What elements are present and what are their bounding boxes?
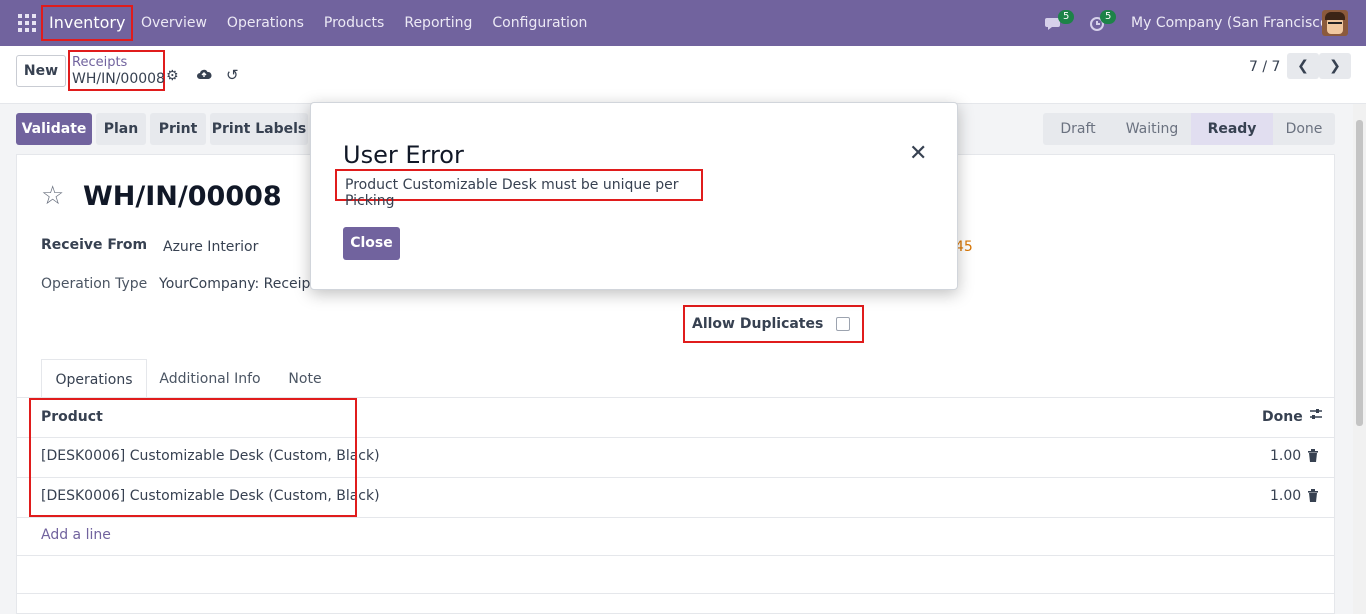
error-message: Product Customizable Desk must be unique… [345,177,679,209]
user-error-dialog: User Error ✕ Product Customizable Desk m… [310,102,958,290]
error-message-highlight: Product Customizable Desk must be unique… [335,169,703,209]
close-icon[interactable]: ✕ [909,141,927,166]
close-button[interactable]: Close [343,227,400,260]
modal-backdrop [0,0,1366,614]
dialog-title: User Error [343,141,464,169]
